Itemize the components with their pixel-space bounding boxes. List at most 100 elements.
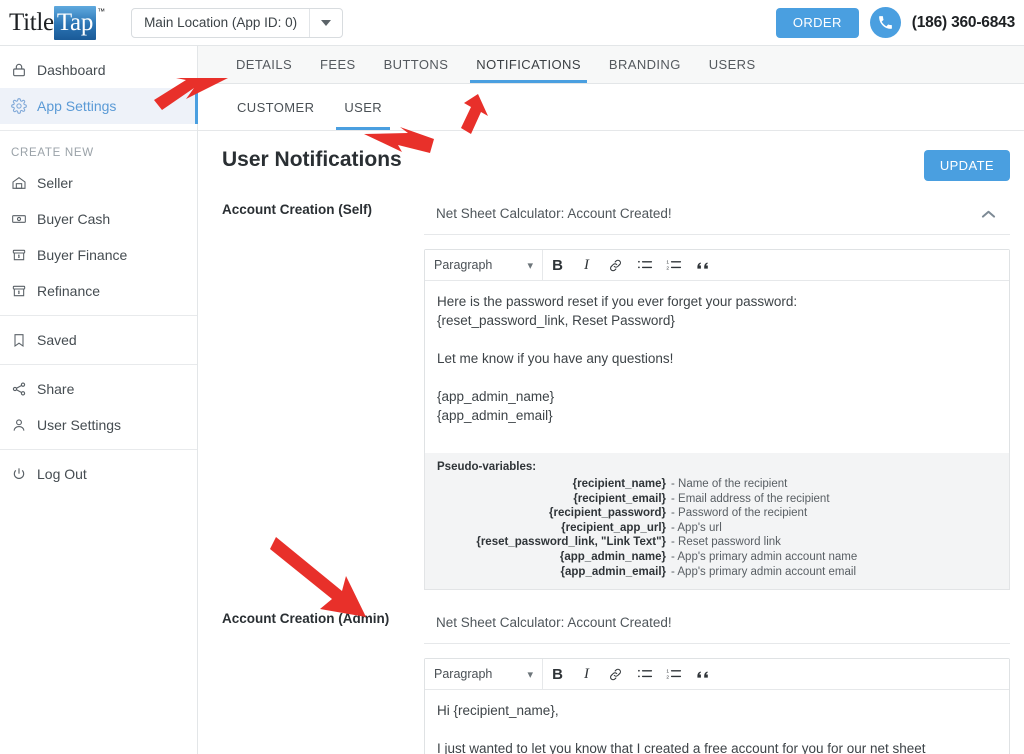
sidebar-item-label: Buyer Finance xyxy=(37,247,127,263)
sidebar-item-refinance[interactable]: Refinance xyxy=(0,273,197,309)
app-root: Title Tap ™ Main Location (App ID: 0) OR… xyxy=(0,0,1024,754)
sidebar-item-buyer-finance[interactable]: Buyer Finance xyxy=(0,237,197,273)
pseudo-variable-desc: - Reset password link xyxy=(671,535,995,550)
editor-body-admin[interactable]: Hi {recipient_name}, I just wanted to le… xyxy=(425,690,1009,754)
format-select[interactable]: Paragraph ▾ xyxy=(425,659,543,690)
share-icon xyxy=(11,381,37,397)
sidebar-item-log-out[interactable]: Log Out xyxy=(0,456,197,492)
bullet-list-icon[interactable] xyxy=(630,250,659,281)
chevron-down-icon xyxy=(321,20,331,26)
pseudo-variable-row: {recipient_name} - Name of the recipient xyxy=(437,477,995,492)
sidebar-item-label: Dashboard xyxy=(37,62,106,78)
editor-toolbar-admin: Paragraph ▾ B I xyxy=(425,659,1009,690)
subtab-user[interactable]: USER xyxy=(329,84,397,130)
chevron-down-icon: ▾ xyxy=(527,668,533,681)
sidebar-item-label: Refinance xyxy=(37,283,100,299)
sidebar-item-share[interactable]: Share xyxy=(0,371,197,407)
format-select[interactable]: Paragraph ▾ xyxy=(425,250,543,281)
power-icon xyxy=(11,466,37,482)
pseudo-variable-desc: - App's url xyxy=(671,521,995,536)
pseudo-variable-name: {app_admin_name} xyxy=(560,550,666,565)
bold-button[interactable]: B xyxy=(543,659,572,690)
tab-users[interactable]: USERS xyxy=(695,46,770,83)
italic-button[interactable]: I xyxy=(572,659,601,690)
bookmark-icon xyxy=(11,332,37,348)
pseudo-variable-row: {app_admin_email} - App's primary admin … xyxy=(437,565,995,580)
editor-line: I just wanted to let you know that I cre… xyxy=(437,739,997,754)
logo-tap-text: Tap xyxy=(57,6,93,40)
editor-line: Here is the password reset if you ever f… xyxy=(437,292,997,311)
editor-toolbar-self: Paragraph ▾ B I xyxy=(425,250,1009,281)
pseudo-variable-desc: - Name of the recipient xyxy=(671,477,995,492)
page-title: User Notifications xyxy=(222,148,402,172)
home-icon xyxy=(11,175,37,191)
sidebar-item-app-settings[interactable]: App Settings xyxy=(0,88,197,124)
link-icon[interactable] xyxy=(601,250,630,281)
sidebar-item-seller[interactable]: Seller xyxy=(0,165,197,201)
sidebar-group-create-new: CREATE NEW Seller Buyer Cash xyxy=(0,131,197,316)
tab-buttons[interactable]: BUTTONS xyxy=(370,46,463,83)
editor-body-self[interactable]: Here is the password reset if you ever f… xyxy=(425,281,1009,453)
subject-row-admin[interactable]: Net Sheet Calculator: Account Created! xyxy=(424,602,1010,644)
pseudo-variable-name: {app_admin_email} xyxy=(561,565,666,580)
titletap-logo[interactable]: Title Tap ™ xyxy=(9,6,105,40)
blockquote-icon[interactable] xyxy=(688,659,717,690)
chevron-down-icon: ▾ xyxy=(527,259,533,272)
box-dollar-icon xyxy=(11,247,37,263)
subtab-customer[interactable]: CUSTOMER xyxy=(222,84,329,130)
section-body-admin: Net Sheet Calculator: Account Created! P… xyxy=(424,602,1010,754)
banknote-icon xyxy=(11,211,37,227)
format-select-value: Paragraph xyxy=(434,667,492,681)
pseudo-variable-desc: - Email address of the recipient xyxy=(671,492,995,507)
numbered-list-icon[interactable]: 1 2 xyxy=(659,659,688,690)
location-selector-label: Main Location (App ID: 0) xyxy=(132,9,309,37)
sidebar-item-label: Seller xyxy=(37,175,73,191)
bullet-list-icon[interactable] xyxy=(630,659,659,690)
blockquote-icon[interactable] xyxy=(688,250,717,281)
sidebar-item-saved[interactable]: Saved xyxy=(0,322,197,358)
sidebar-item-label: Log Out xyxy=(37,466,87,482)
subject-text: Net Sheet Calculator: Account Created! xyxy=(436,206,672,221)
pseudo-variable-row: {recipient_email} - Email address of the… xyxy=(437,492,995,507)
sidebar-item-label: App Settings xyxy=(37,98,116,114)
tab-branding[interactable]: BRANDING xyxy=(595,46,695,83)
pseudo-variable-row: {reset_password_link, "Link Text"} - Res… xyxy=(437,535,995,550)
svg-text:2: 2 xyxy=(666,674,669,680)
top-bar-right: ORDER (186) 360-6843 xyxy=(776,7,1024,38)
sidebar-item-user-settings[interactable]: User Settings xyxy=(0,407,197,443)
tab-notifications[interactable]: NOTIFICATIONS xyxy=(462,46,595,83)
tab-details[interactable]: DETAILS xyxy=(222,46,306,83)
pseudo-variable-name: {recipient_app_url} xyxy=(561,521,666,536)
lock-icon xyxy=(11,62,37,78)
pseudo-variable-row: {recipient_app_url} - App's url xyxy=(437,521,995,536)
tab-fees[interactable]: FEES xyxy=(306,46,370,83)
sidebar-item-buyer-cash[interactable]: Buyer Cash xyxy=(0,201,197,237)
editor-line: Hi {recipient_name}, xyxy=(437,701,997,720)
chevron-up-icon[interactable] xyxy=(975,203,1002,225)
svg-text:1: 1 xyxy=(666,259,669,265)
location-selector[interactable]: Main Location (App ID: 0) xyxy=(131,8,343,38)
section-body-self: Net Sheet Calculator: Account Created! P… xyxy=(424,193,1010,590)
order-button[interactable]: ORDER xyxy=(776,8,859,38)
editor-blank-line xyxy=(437,330,997,349)
pseudo-variables-panel: Pseudo-variables: {recipient_name} - Nam… xyxy=(424,453,1010,590)
phone-call-button[interactable] xyxy=(870,7,901,38)
notification-section-self: Account Creation (Self) Net Sheet Calcul… xyxy=(222,193,1010,590)
italic-button[interactable]: I xyxy=(572,250,601,281)
pseudo-variable-name: {reset_password_link, "Link Text"} xyxy=(476,535,666,550)
main-panel: DETAILS FEES BUTTONS NOTIFICATIONS BRAND… xyxy=(198,46,1024,754)
subject-row-self[interactable]: Net Sheet Calculator: Account Created! xyxy=(424,193,1010,235)
sidebar-item-dashboard[interactable]: Dashboard xyxy=(0,52,197,88)
page-header: User Notifications UPDATE xyxy=(222,131,1010,181)
pseudo-variable-row: {app_admin_name} - App's primary admin a… xyxy=(437,550,995,565)
link-icon[interactable] xyxy=(601,659,630,690)
pseudo-variable-desc: - App's primary admin account name xyxy=(671,550,995,565)
update-button[interactable]: UPDATE xyxy=(924,150,1010,181)
editor-line: {app_admin_email} xyxy=(437,406,997,425)
pseudo-variable-name: {recipient_email} xyxy=(573,492,666,507)
sidebar-item-label: Saved xyxy=(37,332,77,348)
numbered-list-icon[interactable]: 1 2 xyxy=(659,250,688,281)
sidebar-item-label: Share xyxy=(37,381,74,397)
bold-button[interactable]: B xyxy=(543,250,572,281)
location-dropdown-toggle[interactable] xyxy=(309,9,342,37)
